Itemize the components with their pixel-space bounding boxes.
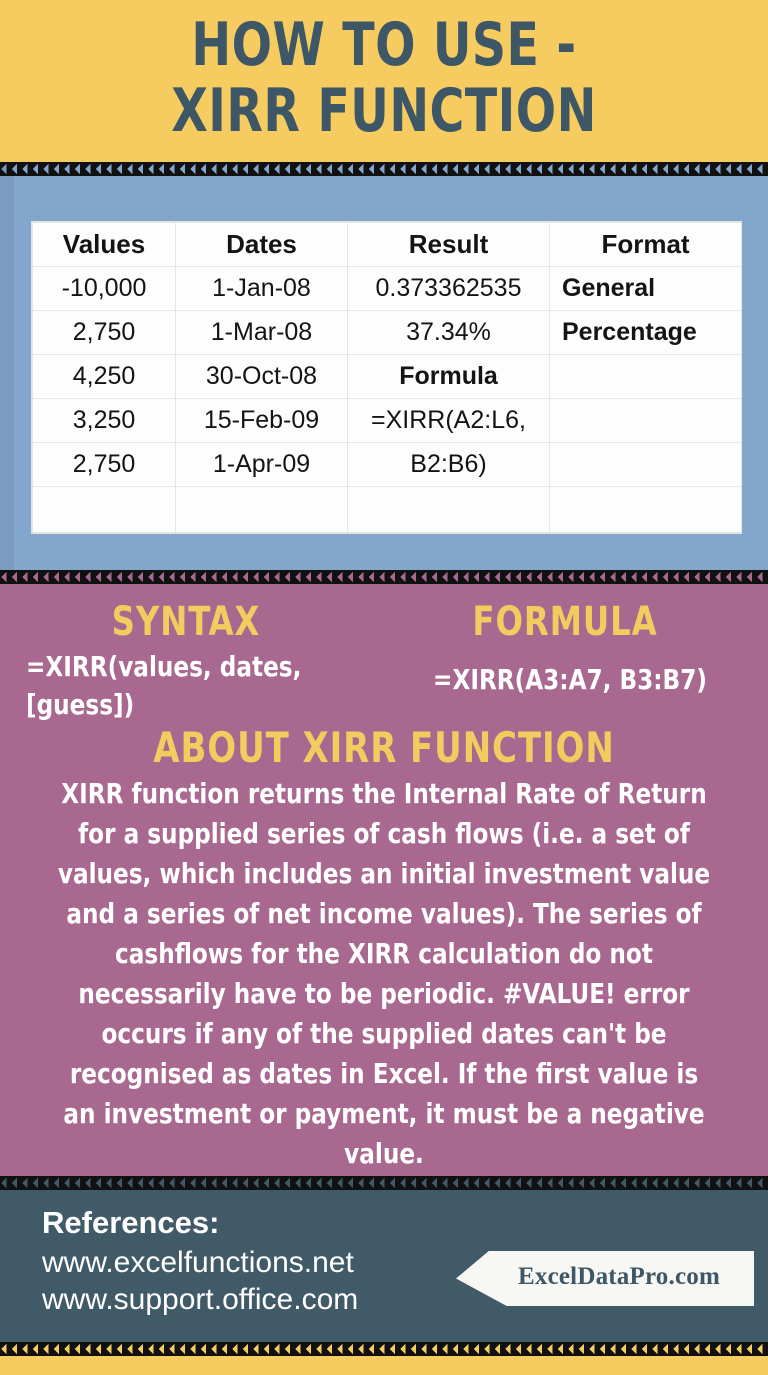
table-row: 3,250 15-Feb-09 =XIRR(A2:L6,	[32, 398, 742, 443]
cell-format	[549, 398, 742, 443]
excel-table-wrapper: Values Dates Result Format -10,000 1-Jan…	[32, 222, 742, 533]
excel-table: Values Dates Result Format -10,000 1-Jan…	[32, 222, 742, 533]
header-banner: HOW TO USE - XIRR FUNCTION	[0, 0, 768, 176]
brand-badge-label: ExcelDataPro.com	[518, 1263, 720, 1290]
about-heading: ABOUT XIRR FUNCTION	[153, 723, 615, 772]
cell-date: 1-Apr-09	[175, 442, 348, 487]
syntax-heading: SYNTAX	[111, 599, 261, 645]
cell-result-formula-label: Formula	[347, 354, 550, 399]
cell-date: 15-Feb-09	[175, 398, 348, 443]
left-shade-strip	[0, 162, 14, 582]
table-header-row: Values Dates Result Format	[32, 222, 742, 267]
zigzag-divider-header	[0, 162, 768, 176]
page-title-line-2: XIRR FUNCTION	[171, 76, 597, 146]
cell-result-formula-part1: =XIRR(A2:L6,	[347, 398, 550, 443]
formula-heading: FORMULA	[472, 599, 658, 645]
cell-format: Percentage	[549, 310, 742, 355]
references-list: www.excelfunctions.net www.support.offic…	[42, 1244, 358, 1318]
formula-text: =XIRR(A3:A7, B3:B7)	[433, 663, 707, 696]
table-column-header-format: Format	[549, 222, 742, 267]
syntax-text: =XIRR(values, dates, [guess])	[26, 650, 302, 721]
cell-format	[549, 486, 742, 533]
cell-value: 4,250	[32, 354, 176, 399]
table-row: 4,250 30-Oct-08 Formula	[32, 354, 742, 399]
page-title-line-1: HOW TO USE -	[191, 10, 577, 80]
zigzag-divider-table	[0, 570, 768, 584]
table-column-header-values: Values	[32, 222, 176, 267]
cell-result: 0.373362535	[347, 266, 550, 311]
cell-date	[175, 486, 348, 533]
references-label: References:	[42, 1205, 220, 1240]
table-section: Values Dates Result Format -10,000 1-Jan…	[0, 162, 768, 582]
about-description: XIRR function returns the Internal Rate …	[57, 777, 711, 1170]
reference-link-2[interactable]: www.support.office.com	[42, 1281, 358, 1318]
cell-result-formula-part2: B2:B6)	[347, 442, 550, 487]
cell-result	[347, 486, 550, 533]
table-column-header-dates: Dates	[175, 222, 348, 267]
cell-date: 30-Oct-08	[175, 354, 348, 399]
reference-link-1[interactable]: www.excelfunctions.net	[42, 1244, 358, 1281]
cell-format	[549, 354, 742, 399]
cell-value: 3,250	[32, 398, 176, 443]
cell-date: 1-Jan-08	[175, 266, 348, 311]
about-section: SYNTAX =XIRR(values, dates, [guess]) FOR…	[0, 572, 768, 1182]
cell-result: 37.34%	[347, 310, 550, 355]
cell-format: General	[549, 266, 742, 311]
table-row-empty	[32, 486, 742, 533]
zigzag-divider-about	[0, 1176, 768, 1190]
cell-value	[32, 486, 176, 533]
cell-date: 1-Mar-08	[175, 310, 348, 355]
table-row: -10,000 1-Jan-08 0.373362535 General	[32, 266, 742, 311]
table-row: 2,750 1-Mar-08 37.34% Percentage	[32, 310, 742, 355]
page-title: HOW TO USE - XIRR FUNCTION	[46, 12, 722, 144]
table-column-header-result: Result	[347, 222, 550, 267]
footer-section: References: www.excelfunctions.net www.s…	[0, 1178, 768, 1350]
cell-value: -10,000	[32, 266, 176, 311]
zigzag-divider-footer	[0, 1342, 768, 1356]
brand-badge[interactable]: ExcelDataPro.com	[456, 1251, 754, 1306]
cell-value: 2,750	[32, 442, 176, 487]
cell-format	[549, 442, 742, 487]
table-row: 2,750 1-Apr-09 B2:B6)	[32, 442, 742, 487]
cell-value: 2,750	[32, 310, 176, 355]
infographic-page: HOW TO USE - XIRR FUNCTION Values Dates …	[0, 0, 768, 1375]
